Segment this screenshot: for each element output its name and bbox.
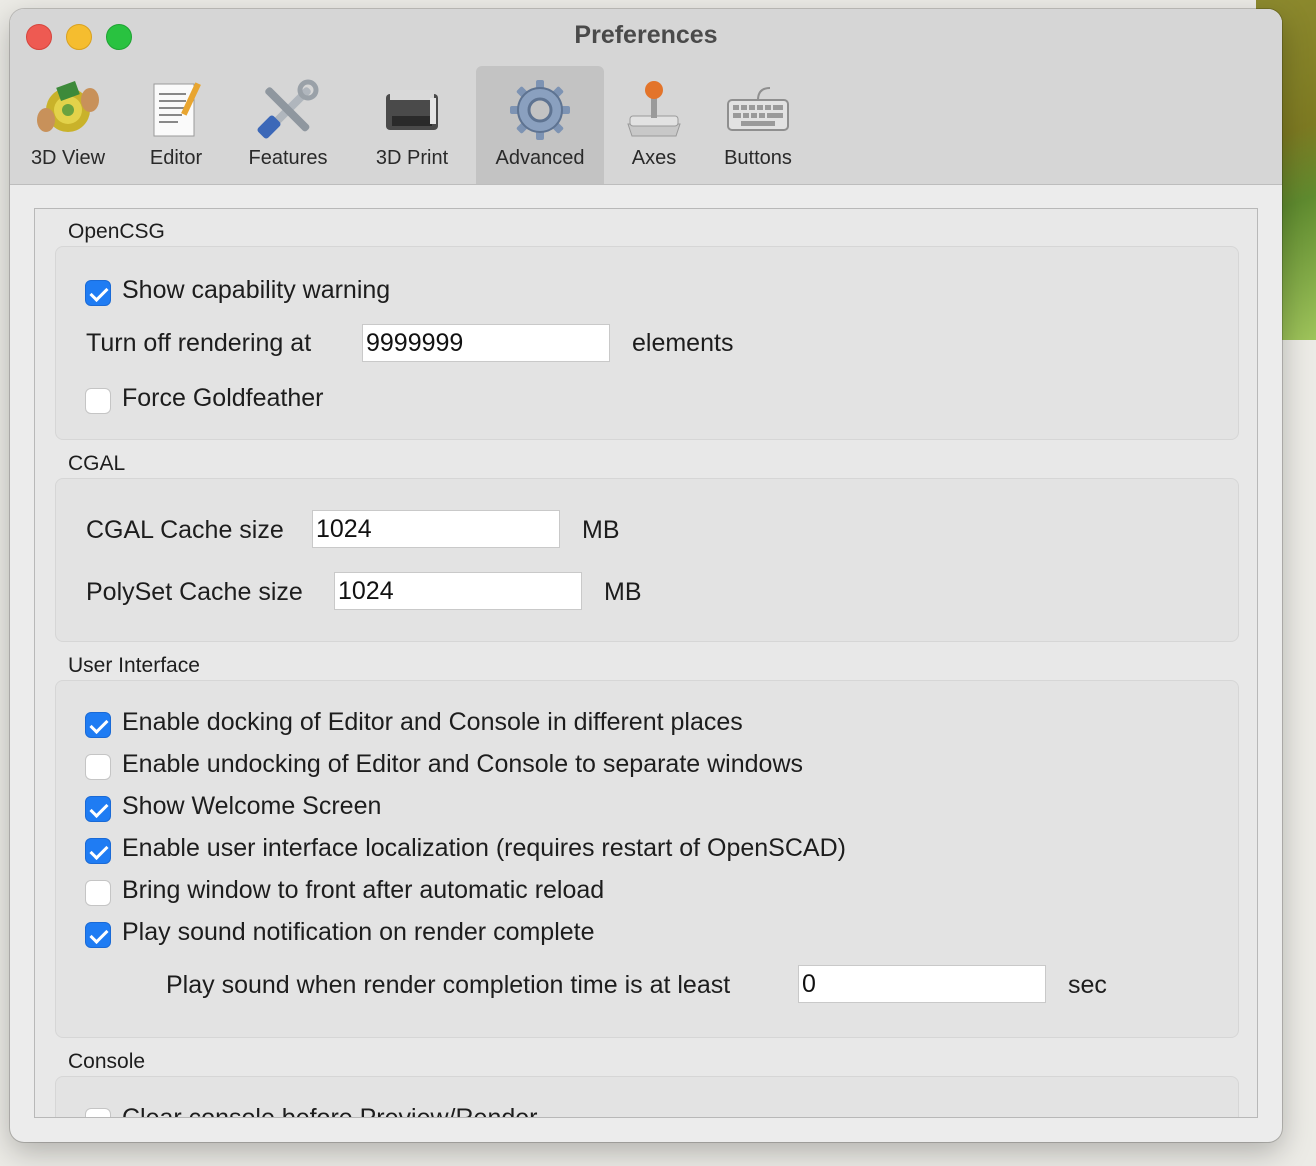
show-welcome-screen-label: Show Welcome Screen: [122, 792, 382, 820]
bring-window-to-front-checkbox[interactable]: [85, 880, 111, 906]
force-goldfeather-label: Force Goldfeather: [122, 384, 324, 412]
section-title-cgal: CGAL: [68, 452, 126, 475]
section-title-opencsg: OpenCSG: [68, 220, 165, 243]
cgal-cache-size-field[interactable]: 1024: [312, 510, 560, 548]
play-sound-label: Play sound notification on render comple…: [122, 918, 595, 946]
opencsg-group: Show capability warning Turn off renderi…: [55, 246, 1239, 440]
bring-window-to-front-label: Bring window to front after automatic re…: [122, 876, 605, 904]
keyboard-icon: [727, 87, 789, 131]
tab-editor[interactable]: Editor: [134, 66, 218, 184]
sound-threshold-label: Play sound when render completion time i…: [166, 971, 731, 999]
cgal-cache-size-label: CGAL Cache size: [86, 516, 284, 544]
sound-threshold-field[interactable]: 0: [798, 965, 1046, 1003]
titlebar: Preferences 3D View Editor Features 3D P…: [10, 9, 1282, 185]
joystick-icon: [627, 81, 681, 137]
polyset-cache-size-field[interactable]: 1024: [334, 572, 582, 610]
3d-view-icon: [37, 81, 99, 132]
console-group: Clear console before Preview/Render: [55, 1076, 1239, 1118]
polyset-cache-size-label: PolySet Cache size: [86, 578, 303, 606]
clear-console-label: Clear console before Preview/Render: [122, 1104, 538, 1118]
elements-unit-label: elements: [632, 329, 734, 357]
tab-axes[interactable]: Axes: [616, 66, 692, 184]
sound-threshold-unit-label: sec: [1068, 971, 1107, 999]
features-icon: [257, 79, 319, 139]
play-sound-checkbox[interactable]: [85, 922, 111, 948]
tab-3d-view[interactable]: 3D View: [20, 66, 116, 184]
tab-3d-print[interactable]: 3D Print: [362, 66, 462, 184]
cgal-group: CGAL Cache size 1024 MB PolySet Cache si…: [55, 478, 1239, 642]
tab-advanced[interactable]: Advanced: [476, 66, 604, 184]
polyset-cache-unit-label: MB: [604, 578, 642, 606]
show-capability-warning-label: Show capability warning: [122, 276, 391, 304]
window-title: Preferences: [574, 21, 718, 49]
tab-buttons[interactable]: Buttons: [710, 66, 806, 184]
enable-localization-label: Enable user interface localization (requ…: [122, 834, 846, 862]
section-title-console: Console: [68, 1050, 146, 1073]
force-goldfeather-checkbox[interactable]: [85, 388, 111, 414]
enable-localization-checkbox[interactable]: [85, 838, 111, 864]
section-title-user-interface: User Interface: [68, 654, 200, 677]
preferences-window: Preferences 3D View Editor Features 3D P…: [10, 9, 1282, 1142]
toolbar: 3D View Editor Features 3D Print Advance…: [10, 66, 1282, 184]
cgal-cache-unit-label: MB: [582, 516, 620, 544]
editor-icon: [153, 82, 201, 137]
enable-docking-checkbox[interactable]: [85, 712, 111, 738]
enable-docking-label: Enable docking of Editor and Console in …: [122, 708, 743, 736]
tab-features[interactable]: Features: [238, 66, 338, 184]
advanced-settings-panel[interactable]: OpenCSG Show capability warning Turn off…: [34, 208, 1258, 1118]
enable-undocking-checkbox[interactable]: [85, 754, 111, 780]
turn-off-rendering-field[interactable]: 9999999: [362, 324, 610, 362]
clear-console-checkbox[interactable]: [85, 1108, 111, 1117]
show-capability-warning-checkbox[interactable]: [85, 280, 111, 306]
enable-undocking-label: Enable undocking of Editor and Console t…: [122, 750, 803, 778]
show-welcome-screen-checkbox[interactable]: [85, 796, 111, 822]
3d-print-icon: [386, 90, 438, 130]
turn-off-rendering-label: Turn off rendering at: [86, 329, 312, 357]
gear-icon: [510, 80, 570, 140]
user-interface-group: Enable docking of Editor and Console in …: [55, 680, 1239, 1038]
